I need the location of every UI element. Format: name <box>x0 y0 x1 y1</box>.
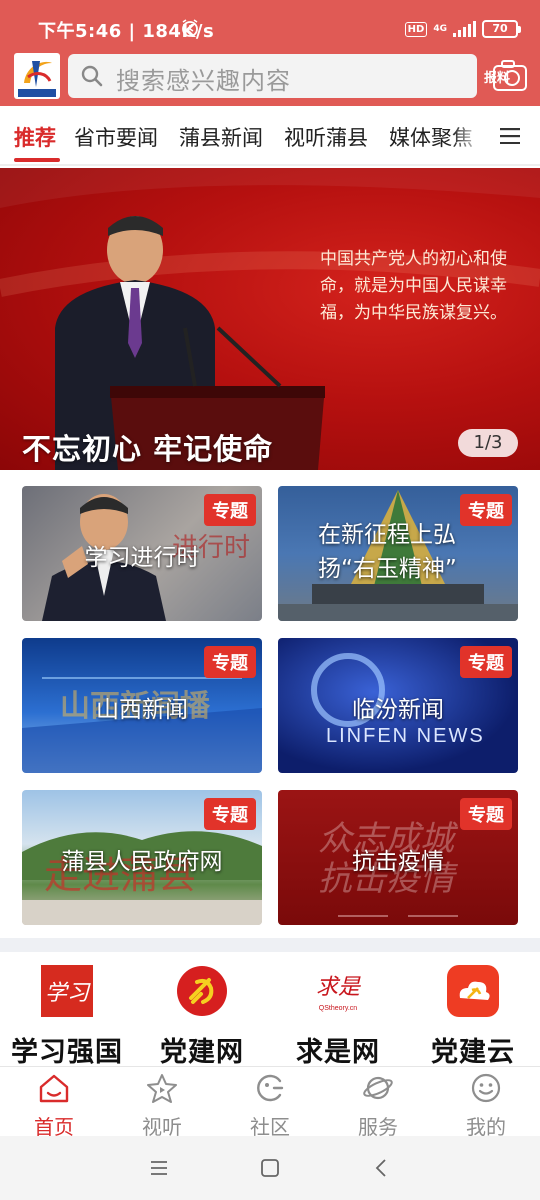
tab-fade <box>452 106 498 164</box>
topic-badge: 专题 <box>460 646 512 678</box>
recent-apps-icon[interactable] <box>147 1156 171 1180</box>
topic-card-study[interactable]: 进行时 专题 学习进行时 <box>22 486 262 621</box>
topic-card-epidemic[interactable]: 众志成城 抗击疫情 专题 抗击疫情 <box>278 790 518 925</box>
system-navigation-bar <box>0 1136 540 1200</box>
tab-active-indicator <box>14 158 60 162</box>
nav-av[interactable]: 视听 <box>122 1073 202 1140</box>
search-placeholder: 搜索感兴趣内容 <box>116 67 291 95</box>
nav-mine[interactable]: 我的 <box>446 1073 526 1140</box>
topic-title: 抗击疫情 <box>352 849 444 875</box>
search-icon <box>81 65 103 87</box>
search-bar[interactable]: 搜索感兴趣内容 <box>68 54 477 98</box>
party-cloud-icon <box>447 965 499 1017</box>
bottom-navigation: 首页 视听 社区 服务 我的 <box>0 1066 540 1139</box>
qiushi-icon: 求是 QStheory.cn <box>316 975 361 1012</box>
topic-title: 学习进行时 <box>84 545 200 571</box>
topic-grid: 进行时 专题 学习进行时 专题 在新征程上弘扬“右玉精神” 山西新闻播 专题 山… <box>0 470 540 938</box>
alarm-icon <box>182 19 198 37</box>
nav-community[interactable]: 社区 <box>230 1073 310 1140</box>
svg-text:求是: 求是 <box>316 975 361 1000</box>
svg-text:LINFEN NEWS: LINFEN NEWS <box>326 725 485 747</box>
tab-recommend[interactable]: 推荐 <box>14 122 56 152</box>
topic-title: 临汾新闻 <box>352 697 444 723</box>
tab-province-news[interactable]: 省市要闻 <box>74 122 158 152</box>
hero-banner[interactable]: 中国共产党人的初心和使命，就是为中国人民谋幸福，为中华民族谋复兴。 不忘初心 牢… <box>0 168 540 470</box>
app-logo[interactable] <box>14 53 60 99</box>
menu-icon[interactable] <box>500 128 520 144</box>
battery-icon: 70 <box>482 20 521 38</box>
app-header: 下午5:46 | 184K/s HD 4G 70 搜索感兴趣内容 报料 <box>0 0 540 106</box>
tab-puxian-news[interactable]: 蒲县新闻 <box>179 122 263 152</box>
home-button-icon[interactable] <box>258 1156 282 1180</box>
back-icon[interactable] <box>370 1156 394 1180</box>
xuexi-icon: 学习 <box>41 965 93 1017</box>
topic-badge: 专题 <box>460 798 512 830</box>
nav-service[interactable]: 服务 <box>338 1073 418 1140</box>
channel-tabs: 推荐 省市要闻 蒲县新闻 视听蒲县 媒体聚焦 <box>0 106 540 166</box>
hd-badge: HD <box>404 21 428 37</box>
party-emblem-icon <box>177 966 227 1016</box>
topic-title: 蒲县人民政府网 <box>61 849 223 875</box>
logo-icon <box>18 61 56 97</box>
banner-quote: 中国共产党人的初心和使命，就是为中国人民谋幸福，为中华民族谋复兴。 <box>320 249 507 323</box>
svg-text:学习: 学习 <box>45 981 91 1006</box>
quick-link-label: 党建云 <box>431 1037 515 1068</box>
topic-badge: 专题 <box>204 646 256 678</box>
quick-link-dangjianyun[interactable]: 党建云 <box>413 964 533 1069</box>
quick-links: 学习 学习强国 党建网 求是 QStheory.cn 求是网 党建云 <box>0 952 540 1069</box>
svg-text:QStheory.cn: QStheory.cn <box>319 1005 357 1012</box>
banner-counter: 1/3 <box>458 429 518 457</box>
report-button[interactable]: 报料 <box>482 58 528 94</box>
star-icon <box>147 1074 177 1103</box>
report-label: 报料 <box>484 71 511 86</box>
community-icon <box>257 1074 284 1102</box>
quick-link-qiushi[interactable]: 求是 QStheory.cn 求是网 <box>278 964 398 1069</box>
signal-icon <box>453 21 476 37</box>
topic-card-shanxi[interactable]: 山西新闻播 专题 山西新闻 <box>22 638 262 773</box>
tab-puxian-av[interactable]: 视听蒲县 <box>284 122 368 152</box>
quick-link-dangjian[interactable]: 党建网 <box>142 964 262 1069</box>
topic-card-puxian-gov[interactable]: 走进蒲县 专题 蒲县人民政府网 <box>22 790 262 925</box>
topic-card-linfen[interactable]: LINFEN NEWS 专题 临汾新闻 <box>278 638 518 773</box>
status-indicators: HD 4G 70 <box>404 18 521 40</box>
quick-link-label: 求是网 <box>296 1037 380 1068</box>
topic-title: 在新征程上弘扬“右玉精神” <box>318 522 457 582</box>
topic-card-youyu[interactable]: 专题 在新征程上弘扬“右玉精神” <box>278 486 518 621</box>
topic-badge: 专题 <box>204 798 256 830</box>
quick-link-label: 党建网 <box>160 1037 244 1068</box>
smile-icon <box>471 1073 501 1103</box>
section-divider <box>0 938 540 952</box>
status-bar: 下午5:46 | 184K/s HD 4G 70 <box>0 0 540 56</box>
quick-link-xuexi[interactable]: 学习 学习强国 <box>7 964 127 1069</box>
banner-title: 不忘初心 牢记使命 <box>22 432 274 466</box>
network-type: 4G <box>433 23 447 34</box>
topic-badge: 专题 <box>204 494 256 526</box>
planet-icon <box>363 1076 393 1100</box>
quick-link-label: 学习强国 <box>11 1037 123 1068</box>
home-icon <box>39 1074 69 1103</box>
topic-title: 山西新闻 <box>96 697 188 723</box>
nav-home[interactable]: 首页 <box>14 1073 94 1140</box>
